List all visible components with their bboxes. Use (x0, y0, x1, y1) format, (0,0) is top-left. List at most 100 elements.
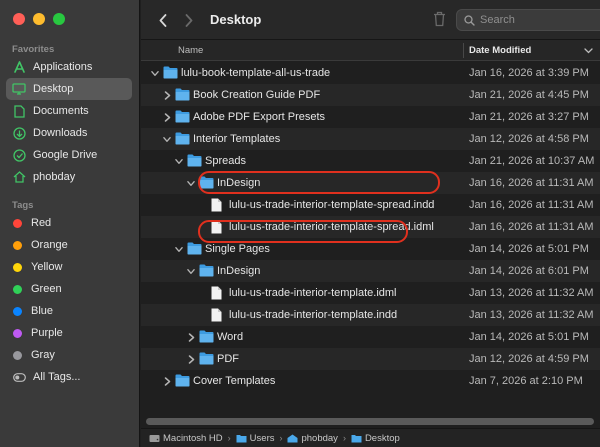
path-bar: Macintosh HD › Users › phobday › Desktop (141, 428, 600, 447)
disclosure-collapsed-icon[interactable] (163, 90, 171, 100)
date-modified: Jan 16, 2026 at 11:31 AM (469, 177, 594, 189)
orange-tag-dot (13, 240, 22, 250)
disclosure-expanded-icon[interactable] (175, 244, 183, 254)
file-name: lulu-book-template-all-us-trade (181, 67, 331, 79)
chevron-left-icon (159, 13, 167, 27)
red-tag-dot (13, 218, 22, 228)
file-row[interactable]: lulu-us-trade-interior-template-spread.i… (141, 216, 600, 238)
file-row[interactable]: lulu-us-trade-interior-template.indd Jan … (141, 304, 600, 326)
horizontal-scrollbar[interactable] (146, 418, 594, 425)
disclosure-expanded-icon[interactable] (187, 266, 195, 276)
sidebar-item-label: All Tags... (33, 371, 81, 383)
sidebar-tag-red[interactable]: Red (6, 212, 132, 234)
back-button[interactable] (155, 11, 171, 29)
folder-row[interactable]: Single Pages Jan 14, 2026 at 5:01 PM (141, 238, 600, 260)
sidebar-item-applications[interactable]: Applications (6, 56, 132, 78)
column-header-date-modified[interactable]: Date Modified (469, 45, 531, 56)
path-crumb-users[interactable]: Users (236, 432, 275, 444)
search-field[interactable]: Search (456, 9, 600, 31)
file-row[interactable]: lulu-us-trade-interior-template-spread.i… (141, 194, 600, 216)
date-modified: Jan 21, 2026 at 4:45 PM (469, 89, 589, 101)
sort-chevron-icon[interactable] (584, 45, 593, 57)
sidebar-item-label: Applications (33, 61, 93, 73)
home-icon (12, 170, 26, 184)
file-name: lulu-us-trade-interior-template.indd (229, 309, 398, 321)
folder-icon (199, 352, 214, 365)
folder-row[interactable]: Word Jan 14, 2026 at 5:01 PM (141, 326, 600, 348)
sidebar: Favorites Applications Desktop Documents (0, 0, 140, 447)
folder-row[interactable]: lulu-book-template-all-us-trade Jan 16, 2… (141, 62, 600, 84)
sidebar-all-tags[interactable]: All Tags... (6, 366, 132, 388)
sidebar-item-documents[interactable]: Documents (6, 100, 132, 122)
list-header: Name Date Modified (141, 40, 600, 61)
folder-icon (236, 434, 247, 442)
sidebar-item-label: phobday (33, 171, 76, 183)
disclosure-collapsed-icon[interactable] (187, 332, 195, 342)
date-modified: Jan 14, 2026 at 6:01 PM (469, 265, 589, 277)
sidebar-tag-yellow[interactable]: Yellow (6, 256, 132, 278)
close-window-button[interactable] (13, 13, 25, 25)
file-list: lulu-book-template-all-us-trade Jan 16, 2… (141, 62, 600, 392)
disclosure-collapsed-icon[interactable] (187, 354, 195, 364)
sidebar-item-label: Purple (31, 327, 63, 339)
folder-icon (175, 88, 190, 101)
path-crumb-phobday[interactable]: phobday (287, 432, 338, 444)
documents-icon (12, 104, 26, 118)
forward-button[interactable] (181, 11, 197, 29)
path-crumb-desktop[interactable]: Desktop (351, 433, 400, 444)
column-header-name[interactable]: Name (178, 45, 203, 56)
sidebar-item-label: Orange (31, 239, 68, 251)
disclosure-collapsed-icon[interactable] (163, 112, 171, 122)
disclosure-expanded-icon[interactable] (175, 156, 183, 166)
folder-row[interactable]: InDesign Jan 14, 2026 at 6:01 PM (141, 260, 600, 282)
sidebar-tag-blue[interactable]: Blue (6, 300, 132, 322)
folder-icon (187, 242, 202, 255)
folder-icon (351, 434, 362, 442)
file-name: InDesign (217, 265, 261, 277)
tags-section-label: Tags (12, 200, 34, 211)
disclosure-collapsed-icon[interactable] (163, 376, 171, 386)
folder-row[interactable]: PDF Jan 12, 2026 at 4:59 PM (141, 348, 600, 370)
path-crumb-label: Users (249, 432, 275, 444)
folder-row[interactable]: Book Creation Guide PDF Jan 21, 2026 at 4… (141, 84, 600, 106)
document-icon (211, 286, 226, 300)
finder-window: Favorites Applications Desktop Documents (0, 0, 600, 447)
path-crumb-label: Desktop (364, 432, 400, 444)
column-divider[interactable] (463, 43, 464, 58)
folder-row[interactable]: InDesign Jan 16, 2026 at 11:31 AM (141, 172, 600, 194)
sidebar-item-google-drive[interactable]: Google Drive (6, 144, 132, 166)
purple-tag-dot (13, 328, 22, 338)
file-name: Adobe PDF Export Presets (193, 111, 326, 123)
folder-row[interactable]: Spreads Jan 21, 2026 at 10:37 AM (141, 150, 600, 172)
disclosure-expanded-icon[interactable] (187, 178, 195, 188)
disclosure-expanded-icon[interactable] (163, 134, 171, 144)
path-crumb-macintosh-hd[interactable]: Macintosh HD (149, 433, 223, 444)
folder-row[interactable]: Interior Templates Jan 12, 2026 at 4:58 P… (141, 128, 600, 150)
sidebar-item-label: Red (31, 217, 52, 229)
sidebar-tag-gray[interactable]: Gray (6, 344, 132, 366)
sidebar-tag-purple[interactable]: Purple (6, 322, 132, 344)
folder-row[interactable]: Adobe PDF Export Presets Jan 21, 2026 at … (141, 106, 600, 128)
date-modified: Jan 13, 2026 at 11:32 AM (469, 287, 594, 299)
disclosure-expanded-icon[interactable] (151, 68, 159, 78)
sidebar-item-desktop[interactable]: Desktop (6, 78, 132, 100)
hard-drive-icon (149, 434, 160, 442)
file-row[interactable]: lulu-us-trade-interior-template.idml Jan … (141, 282, 600, 304)
date-modified: Jan 12, 2026 at 4:59 PM (469, 353, 589, 365)
sidebar-item-label: Downloads (33, 127, 88, 139)
path-crumb-label: phobday (301, 432, 338, 444)
home-icon (287, 434, 298, 442)
zoom-window-button[interactable] (53, 13, 65, 25)
sidebar-tag-green[interactable]: Green (6, 278, 132, 300)
sidebar-item-phobday[interactable]: phobday (6, 166, 132, 188)
date-modified: Jan 21, 2026 at 10:37 AM (469, 155, 595, 167)
folder-row[interactable]: Cover Templates Jan 7, 2026 at 2:10 PM (141, 370, 600, 392)
sidebar-tag-orange[interactable]: Orange (6, 234, 132, 256)
date-modified: Jan 13, 2026 at 11:32 AM (469, 309, 594, 321)
sidebar-item-downloads[interactable]: Downloads (6, 122, 132, 144)
minimize-window-button[interactable] (33, 13, 45, 25)
gray-tag-dot (13, 350, 22, 360)
trash-icon[interactable] (433, 11, 446, 30)
sidebar-item-label: Desktop (33, 83, 74, 95)
sidebar-item-label: Yellow (31, 261, 63, 273)
